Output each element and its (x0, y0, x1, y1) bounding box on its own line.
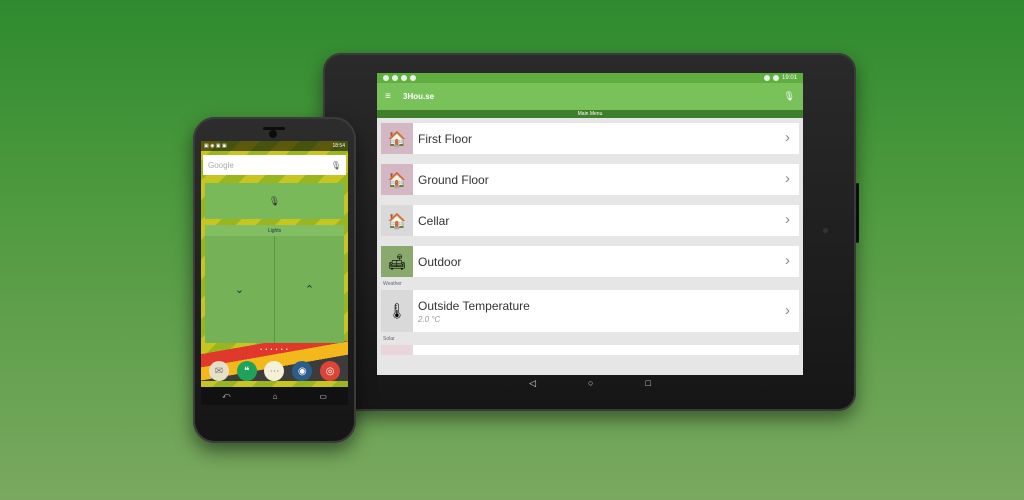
lights-up-button[interactable]: ⌃ (274, 236, 344, 343)
phone-camera (269, 130, 277, 138)
list-item-first-floor[interactable]: 🏠 First Floor › (381, 123, 799, 154)
wifi-icon (763, 75, 770, 81)
phone-status-bar: ▣ ◉ ▣ ▣ 18:54 (201, 141, 348, 151)
hamburger-menu-icon[interactable]: ≡ (385, 91, 399, 102)
google-search-widget[interactable]: Google 🎙 (203, 155, 346, 175)
tablet-status-bar: 19:01 (377, 73, 803, 83)
list-item-partial[interactable] (381, 345, 799, 355)
notif-icons: ▣ ◉ ▣ ▣ (204, 143, 227, 149)
phone-device: ▣ ◉ ▣ ▣ 18:54 Google 🎙 🎙 Lights ⌄ ⌃ • • … (193, 117, 356, 443)
hangouts-icon[interactable]: ❝ (236, 361, 257, 381)
microphone-icon: 🎙 (268, 195, 281, 206)
back-icon[interactable]: ◁ (529, 378, 536, 389)
chevron-right-icon: › (785, 129, 790, 146)
recent-apps-icon[interactable]: □ (645, 378, 650, 388)
tablet-app-bar: ≡ 3Hou.se 🎙 (377, 83, 803, 110)
list-item-label: Ground Floor (418, 172, 489, 187)
tablet-screen: 19:01 ≡ 3Hou.se 🎙 Main Menu 🏠 First Floo… (377, 73, 803, 375)
recent-apps-icon[interactable]: ▭ (319, 392, 327, 401)
tablet-camera (823, 228, 828, 233)
phone-nav-bar: ⤺ ⌂ ▭ (201, 387, 348, 405)
list-item-label: Outside Temperature (418, 298, 530, 313)
notif-icon (401, 75, 407, 81)
lights-widget: Lights ⌄ ⌃ (205, 225, 344, 343)
lights-title: Lights (205, 225, 344, 236)
chevron-right-icon: › (785, 252, 790, 269)
chevron-up-icon: ⌃ (304, 284, 315, 296)
thermometer-icon: 🌡 (381, 290, 413, 332)
notif-icon (383, 75, 389, 81)
voice-command-widget[interactable]: 🎙 (205, 183, 344, 219)
phone-status-time: 18:54 (332, 143, 345, 149)
list-item-label: Outdoor (418, 254, 462, 269)
app-title: 3Hou.se (403, 92, 435, 101)
house-icon: 🏠 (381, 123, 413, 154)
apps-drawer-icon[interactable]: ⋯ (264, 361, 285, 381)
tablet-side-button (856, 183, 859, 243)
microphone-icon[interactable]: 🎙 (331, 161, 341, 170)
item-thumbnail (381, 345, 413, 355)
list-item-label: First Floor (418, 131, 472, 146)
microphone-icon[interactable]: 🎙 (784, 91, 795, 102)
sofa-icon: 🛋 (381, 246, 413, 277)
chevron-right-icon: › (785, 211, 790, 228)
main-menu-header: Main Menu (377, 110, 803, 118)
house-icon: 🏠 (381, 164, 413, 195)
list-item-label: Cellar (418, 213, 450, 228)
list-item-ground-floor[interactable]: 🏠 Ground Floor › (381, 164, 799, 195)
list-item-outdoor[interactable]: 🛋 Outdoor › (381, 246, 799, 277)
app-dock: ✉ ❝ ⋯ ◉ ◎ (205, 359, 344, 383)
battery-icon (772, 75, 779, 81)
app-icon-1[interactable]: ✉ (208, 361, 229, 381)
search-placeholder: Google (208, 160, 234, 170)
list-item-outside-temperature[interactable]: 🌡 Outside Temperature 2.0 °C › (381, 290, 799, 332)
section-header-solar: Solar (383, 336, 395, 342)
menu-list: 🏠 First Floor › 🏠 Ground Floor › 🏠 Cella… (377, 118, 803, 355)
back-icon[interactable]: ⤺ (222, 391, 231, 401)
chevron-right-icon: › (785, 302, 790, 319)
camera-icon[interactable]: ◉ (292, 361, 313, 381)
section-header-weather: Weather (383, 281, 402, 287)
lights-down-button[interactable]: ⌄ (205, 236, 274, 343)
tablet-nav-bar: ◁ ○ □ (377, 375, 803, 391)
tablet-device: 19:01 ≡ 3Hou.se 🎙 Main Menu 🏠 First Floo… (323, 53, 859, 411)
house-icon: 🏠 (381, 205, 413, 236)
chrome-icon[interactable]: ◎ (320, 361, 341, 381)
phone-screen: ▣ ◉ ▣ ▣ 18:54 Google 🎙 🎙 Lights ⌄ ⌃ • • … (201, 141, 348, 405)
notif-icon (392, 75, 398, 81)
chevron-right-icon: › (785, 170, 790, 187)
home-icon[interactable]: ○ (588, 378, 593, 388)
page-indicator: • • • • • • (260, 347, 289, 353)
list-item-cellar[interactable]: 🏠 Cellar › (381, 205, 799, 236)
home-icon[interactable]: ⌂ (273, 392, 278, 401)
tablet-status-time: 19:01 (781, 75, 797, 81)
temperature-value: 2.0 °C (418, 314, 441, 324)
chevron-down-icon: ⌄ (234, 284, 245, 296)
notif-icon (410, 75, 416, 81)
